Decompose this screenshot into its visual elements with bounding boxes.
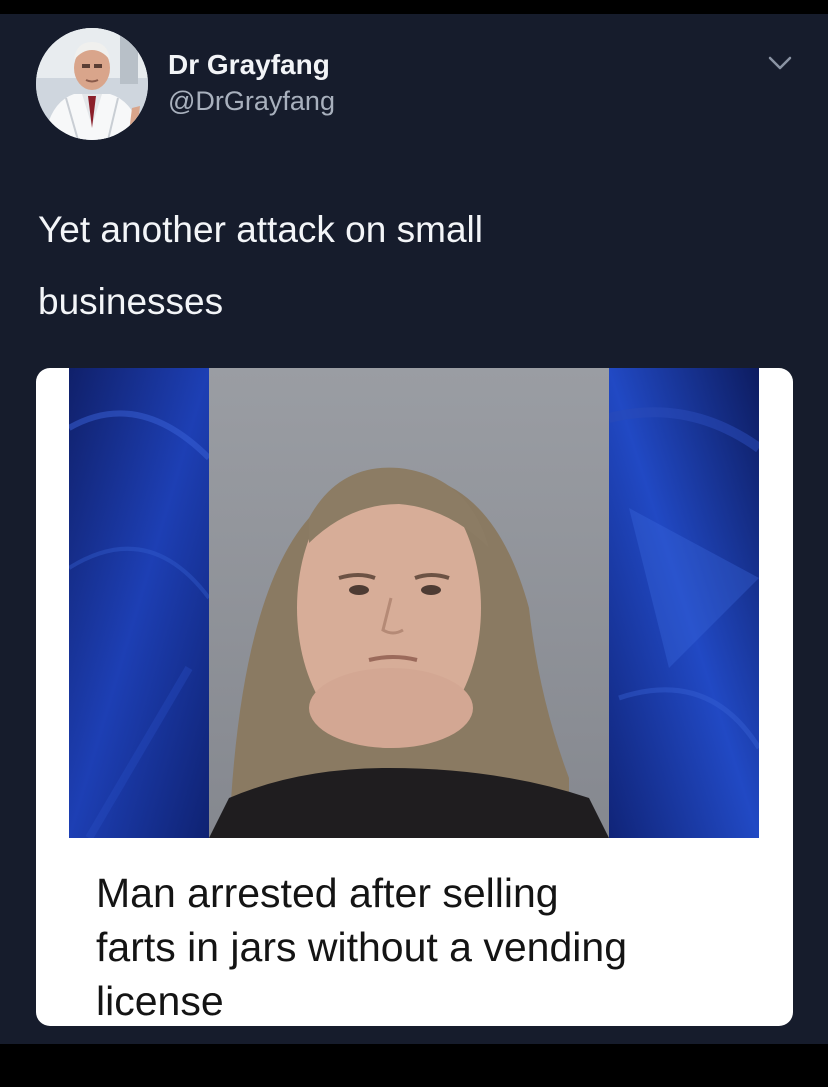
author-display-name[interactable]: Dr Grayfang bbox=[168, 50, 335, 80]
author-handle[interactable]: @DrGrayfang bbox=[168, 86, 335, 116]
link-preview-card[interactable]: Man arrested after selling farts in jars… bbox=[36, 368, 793, 1026]
screenshot: { "author": { "display_name": "Dr Grayfa… bbox=[0, 0, 828, 1087]
headline-line: Man arrested after selling bbox=[96, 870, 559, 916]
tweet-text: Yet another attack on small businesses bbox=[38, 194, 738, 338]
headline-line: license bbox=[96, 978, 224, 1024]
tweet-text-line: Yet another attack on small bbox=[38, 209, 483, 250]
mugshot-photo-icon bbox=[69, 368, 759, 838]
tweet-options-button[interactable] bbox=[760, 52, 800, 76]
doctor-portrait-icon bbox=[36, 28, 148, 140]
bottom-bar bbox=[0, 1044, 828, 1087]
news-photo[interactable] bbox=[69, 368, 759, 838]
tweet-card: Dr Grayfang @DrGrayfang Yet another atta… bbox=[0, 14, 828, 1044]
headline-line: farts in jars without a vending bbox=[96, 924, 627, 970]
tweet-text-line: businesses bbox=[38, 281, 224, 322]
tweet-author: Dr Grayfang @DrGrayfang bbox=[168, 50, 335, 117]
profile-avatar[interactable] bbox=[36, 28, 148, 140]
chevron-down-icon bbox=[768, 56, 792, 70]
article-headline[interactable]: Man arrested after selling farts in jars… bbox=[96, 866, 766, 1026]
